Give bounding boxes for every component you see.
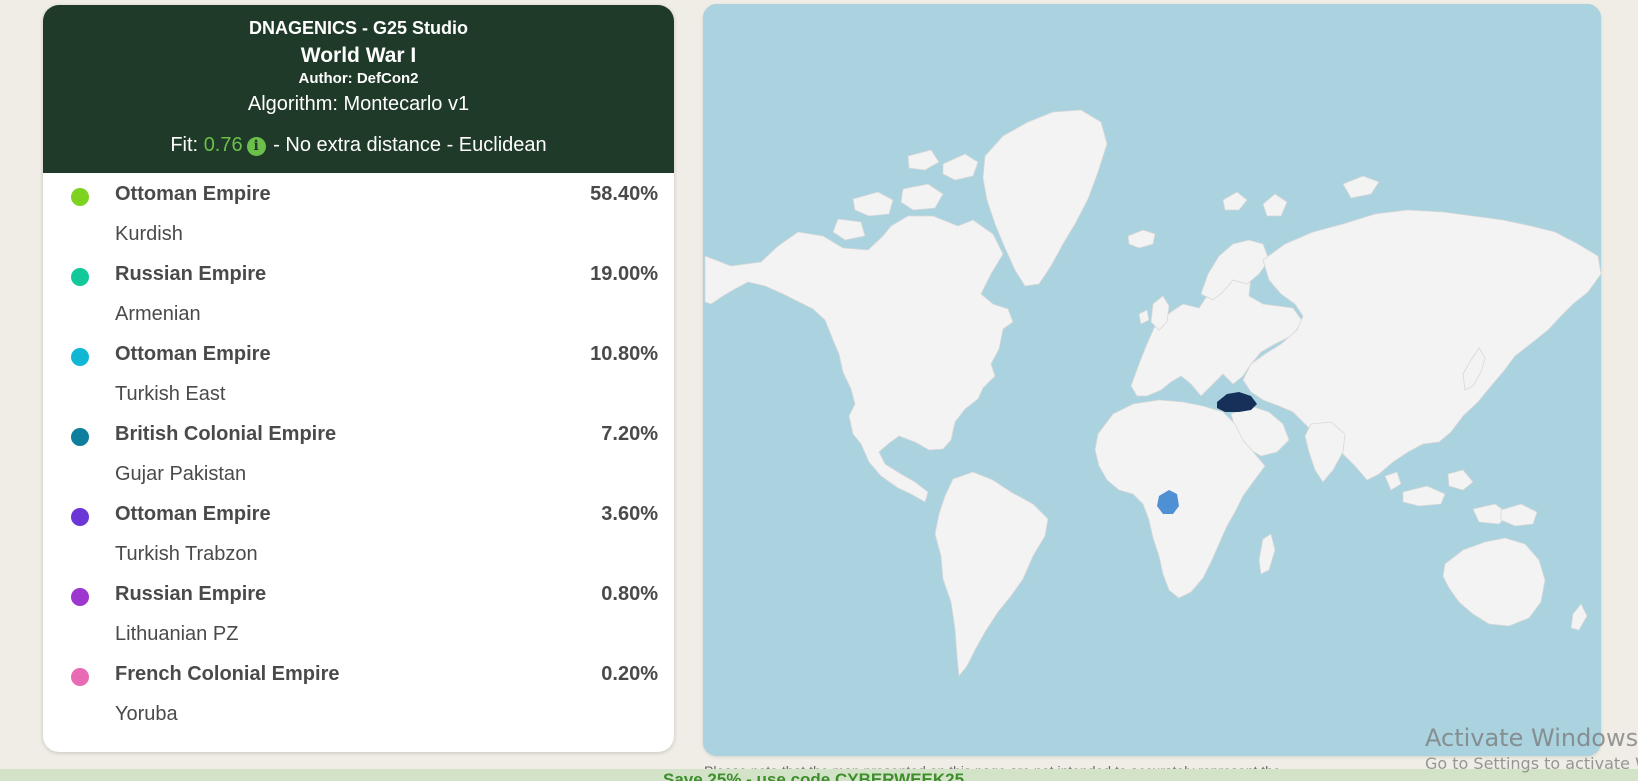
result-percent: 3.60% [601, 503, 658, 525]
result-row: French Colonial Empire 0.20% Yoruba [43, 653, 674, 733]
subject-title: World War I [300, 44, 417, 67]
color-dot [71, 268, 89, 286]
result-row: Russian Empire 0.80% Lithuanian PZ [43, 573, 674, 653]
fit-label: Fit: [170, 134, 204, 156]
population-name: Gujar Pakistan [115, 463, 247, 485]
color-dot [71, 428, 89, 446]
empire-name: Russian Empire [115, 263, 267, 285]
windows-activation-watermark: Activate Windows Go to Settings to activ… [1425, 724, 1638, 774]
fit-value: 0.76 [203, 134, 243, 156]
color-dot [71, 668, 89, 686]
watermark-title: Activate Windows [1425, 724, 1638, 752]
world-map[interactable] [703, 4, 1601, 756]
watermark-subtitle: Go to Settings to activate Windows. [1425, 754, 1638, 773]
algorithm-label: Algorithm: Montecarlo v1 [247, 93, 470, 115]
results-header: DNAGENICS - G25 Studio World War I Autho… [43, 5, 674, 173]
result-row: Ottoman Empire 3.60% Turkish Trabzon [43, 493, 674, 573]
color-dot [71, 348, 89, 366]
result-row: Ottoman Empire 10.80% Turkish East [43, 333, 674, 413]
result-row: Ottoman Empire 58.40% Kurdish [43, 173, 674, 253]
fit-details: - No extra distance - Euclidean [267, 134, 547, 156]
population-name: Lithuanian PZ [115, 623, 239, 645]
population-name: Turkish Trabzon [115, 543, 258, 565]
studio-title: DNAGENICS - G25 Studio [248, 18, 468, 38]
author-label: Author: DefCon2 [298, 70, 419, 87]
result-row: British Colonial Empire 7.20% Gujar Paki… [43, 413, 674, 493]
info-circle-icon[interactable]: i [246, 137, 266, 156]
results-card: DNAGENICS - G25 Studio World War I Autho… [43, 5, 674, 752]
result-percent: 0.20% [601, 663, 658, 685]
population-name: Armenian [115, 303, 201, 325]
promo-text: Save 25% - use code CYBERWEEK25 [663, 770, 965, 781]
result-percent: 19.00% [590, 263, 658, 285]
population-name: Turkish East [115, 383, 226, 405]
empire-name: Russian Empire [115, 583, 267, 605]
empire-name: Ottoman Empire [115, 503, 271, 525]
result-percent: 0.80% [601, 583, 658, 605]
empire-name: British Colonial Empire [115, 423, 337, 445]
results-list: Ottoman Empire 58.40% Kurdish Russian Em… [43, 173, 674, 733]
result-percent: 10.80% [590, 343, 658, 365]
result-percent: 58.40% [590, 183, 658, 205]
color-dot [71, 588, 89, 606]
color-dot [71, 508, 89, 526]
color-dot [71, 188, 89, 206]
result-percent: 7.20% [601, 423, 658, 445]
world-map-svg [703, 4, 1601, 756]
empire-name: Ottoman Empire [115, 183, 271, 205]
fit-summary: Fit: 0.76 i - No extra distance - Euclide… [43, 134, 674, 157]
promo-banner[interactable]: Save 25% - use code CYBERWEEK25 [0, 769, 1638, 781]
empire-name: French Colonial Empire [115, 663, 340, 685]
empire-name: Ottoman Empire [115, 343, 271, 365]
result-row: Russian Empire 19.00% Armenian [43, 253, 674, 333]
population-name: Yoruba [115, 703, 178, 725]
population-name: Kurdish [115, 223, 183, 245]
